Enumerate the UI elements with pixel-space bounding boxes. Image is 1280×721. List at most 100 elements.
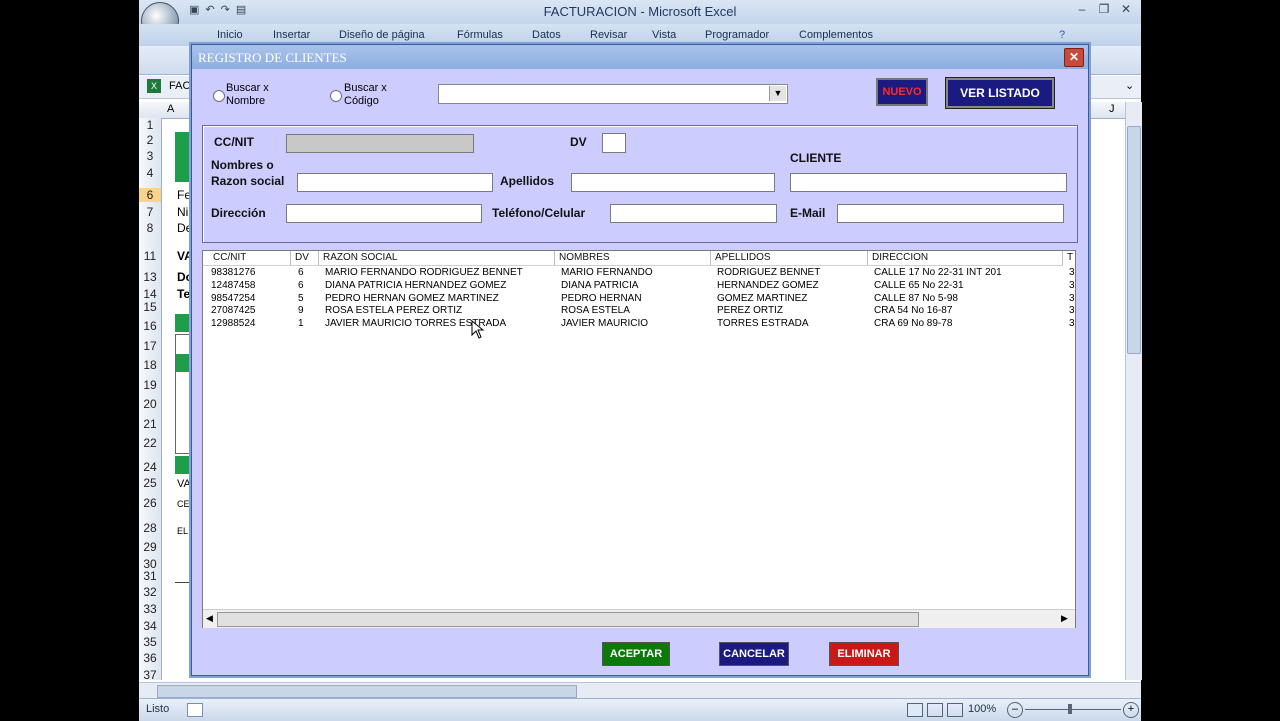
tab-programador[interactable]: Programador bbox=[705, 29, 769, 41]
row-header[interactable]: 21 bbox=[139, 417, 161, 431]
column-a[interactable]: A bbox=[167, 103, 174, 115]
table-row[interactable]: 12487458 6 DIANA PATRICIA HERNANDEZ GOMEZ D… bbox=[203, 279, 1075, 292]
undo-icon[interactable]: ↶ bbox=[205, 3, 214, 21]
row-header[interactable]: 25 bbox=[139, 476, 161, 490]
aceptar-button[interactable]: ACEPTAR bbox=[602, 642, 670, 666]
row-header[interactable]: 34 bbox=[139, 619, 161, 633]
chevron-down-icon[interactable]: ⌄ bbox=[1125, 79, 1134, 92]
zoom-level: 100% bbox=[968, 703, 997, 715]
search-combo[interactable]: ▼ bbox=[438, 84, 788, 104]
excel-doc-icon: X bbox=[147, 79, 161, 93]
row-header[interactable]: 2 bbox=[139, 133, 161, 147]
vertical-scroll-thumb[interactable] bbox=[1127, 126, 1141, 354]
row-header[interactable]: 18 bbox=[139, 358, 161, 372]
apellidos-field[interactable] bbox=[571, 173, 775, 192]
radio-nombre-label-1: Buscar x bbox=[226, 82, 269, 94]
scroll-left-icon[interactable]: ◀ bbox=[206, 613, 213, 624]
dialog-title-bar[interactable]: REGISTRO DE CLIENTES ✕ bbox=[192, 45, 1088, 69]
page-layout-icon[interactable] bbox=[927, 703, 943, 717]
table-cell: DIANA PATRICIA HERNANDEZ GOMEZ bbox=[325, 279, 507, 291]
row-header[interactable]: 16 bbox=[139, 319, 161, 333]
table-row[interactable]: 12988524 1 JAVIER MAURICIO TORRES ESTRADA J… bbox=[203, 317, 1075, 330]
table-row[interactable]: 98547254 5 PEDRO HERNAN GOMEZ MARTINEZ PEDR… bbox=[203, 292, 1075, 305]
cancelar-button[interactable]: CANCELAR bbox=[719, 642, 789, 666]
tab-datos[interactable]: Datos bbox=[532, 29, 561, 41]
dv-field[interactable] bbox=[602, 133, 626, 153]
list-header: CC/NIT DV RAZON SOCIAL NOMBRES APELLIDOS… bbox=[203, 251, 1073, 266]
eliminar-button[interactable]: ELIMINAR bbox=[829, 642, 899, 666]
restore-icon[interactable]: ❐ bbox=[1093, 2, 1115, 20]
row-header[interactable]: 13 bbox=[139, 270, 161, 284]
row-header[interactable]: 26 bbox=[139, 496, 161, 510]
macro-record-icon[interactable] bbox=[187, 703, 203, 717]
save-icon[interactable]: ▣ bbox=[189, 3, 199, 21]
close-icon[interactable]: ✕ bbox=[1064, 48, 1084, 67]
row-header[interactable]: 17 bbox=[139, 339, 161, 353]
row-header[interactable]: 8 bbox=[139, 221, 161, 235]
table-row[interactable]: 27087425 9 ROSA ESTELA PEREZ ORTIZ ROSA EST… bbox=[203, 304, 1075, 317]
ver-listado-button[interactable]: VER LISTADO bbox=[945, 77, 1055, 109]
direccion-field[interactable] bbox=[286, 204, 482, 223]
row-headers: 1 2 3 4 6 7 8 11 13 14 15 16 17 18 19 20… bbox=[139, 118, 162, 682]
row-header[interactable]: 36 bbox=[139, 651, 161, 665]
tab-insertar[interactable]: Insertar bbox=[273, 29, 310, 41]
ccnit-field[interactable] bbox=[286, 134, 474, 153]
nombres-field[interactable] bbox=[297, 173, 493, 192]
horizontal-scroll-thumb[interactable] bbox=[157, 685, 577, 698]
help-icon[interactable]: ? bbox=[1059, 29, 1065, 41]
zoom-in-icon[interactable]: + bbox=[1123, 702, 1139, 718]
zoom-slider-handle[interactable] bbox=[1068, 704, 1072, 714]
row-header[interactable]: 1 bbox=[139, 118, 161, 132]
row-header[interactable]: 19 bbox=[139, 378, 161, 392]
row-header[interactable]: 4 bbox=[139, 166, 161, 180]
email-field[interactable] bbox=[837, 204, 1064, 223]
row-header[interactable]: 35 bbox=[139, 635, 161, 649]
scroll-right-icon[interactable]: ▶ bbox=[1061, 613, 1068, 624]
radio-buscar-nombre[interactable] bbox=[213, 90, 225, 102]
row-header[interactable]: 33 bbox=[139, 602, 161, 616]
row-header[interactable]: 6 bbox=[139, 188, 161, 202]
tab-complementos[interactable]: Complementos bbox=[799, 29, 873, 41]
row-header[interactable]: 7 bbox=[139, 205, 161, 219]
table-cell: RODRIGUEZ BENNET bbox=[717, 267, 821, 278]
row-header[interactable]: 37 bbox=[139, 668, 161, 682]
tab-inicio[interactable]: Inicio bbox=[217, 29, 243, 41]
row-header[interactable]: 29 bbox=[139, 540, 161, 554]
close-window-icon[interactable]: ✕ bbox=[1115, 2, 1137, 20]
table-cell: 1 bbox=[298, 318, 304, 330]
nuevo-button[interactable]: NUEVO bbox=[876, 78, 928, 106]
row-header[interactable]: 20 bbox=[139, 397, 161, 411]
clients-listbox[interactable]: CC/NIT DV RAZON SOCIAL NOMBRES APELLIDOS… bbox=[202, 250, 1076, 628]
row-header[interactable]: 31 bbox=[139, 569, 161, 583]
row-header[interactable]: 24 bbox=[139, 460, 161, 474]
row-header[interactable]: 3 bbox=[139, 149, 161, 163]
redo-icon[interactable]: ↷ bbox=[221, 3, 230, 21]
row-header[interactable]: 22 bbox=[139, 436, 161, 450]
column-j[interactable]: J bbox=[1109, 103, 1115, 115]
minimize-icon[interactable]: – bbox=[1071, 2, 1093, 20]
row-header[interactable]: 15 bbox=[139, 300, 161, 314]
table-row[interactable]: 98381276 6 MARIO FERNANDO RODRIGUEZ BENNET… bbox=[203, 266, 1075, 279]
tab-vista[interactable]: Vista bbox=[652, 29, 676, 41]
tab-formulas[interactable]: Fórmulas bbox=[457, 29, 503, 41]
tab-diseno[interactable]: Diseño de página bbox=[339, 29, 425, 41]
combo-dropdown-icon[interactable]: ▼ bbox=[769, 86, 786, 101]
row-header[interactable]: 28 bbox=[139, 521, 161, 535]
zoom-out-icon[interactable]: – bbox=[1007, 702, 1023, 718]
row-header[interactable]: 14 bbox=[139, 287, 161, 301]
zoom-slider[interactable] bbox=[1025, 709, 1121, 710]
row-header[interactable]: 32 bbox=[139, 585, 161, 599]
page-break-icon[interactable] bbox=[947, 703, 963, 717]
normal-view-icon[interactable] bbox=[907, 703, 923, 717]
tab-revisar[interactable]: Revisar bbox=[590, 29, 627, 41]
cliente-field[interactable] bbox=[790, 173, 1067, 192]
horizontal-scrollbar[interactable] bbox=[139, 682, 1141, 699]
row-header[interactable]: 11 bbox=[139, 249, 161, 263]
radio-buscar-codigo[interactable] bbox=[330, 90, 342, 102]
telefono-field[interactable] bbox=[610, 204, 777, 223]
list-scroll-thumb[interactable] bbox=[217, 612, 919, 627]
col-header-apellidos: APELLIDOS bbox=[711, 251, 868, 265]
table-cell: 98547254 bbox=[211, 292, 256, 304]
table-cell: GOMEZ MARTINEZ bbox=[717, 292, 808, 304]
print-preview-icon[interactable]: ▤ bbox=[236, 3, 246, 21]
